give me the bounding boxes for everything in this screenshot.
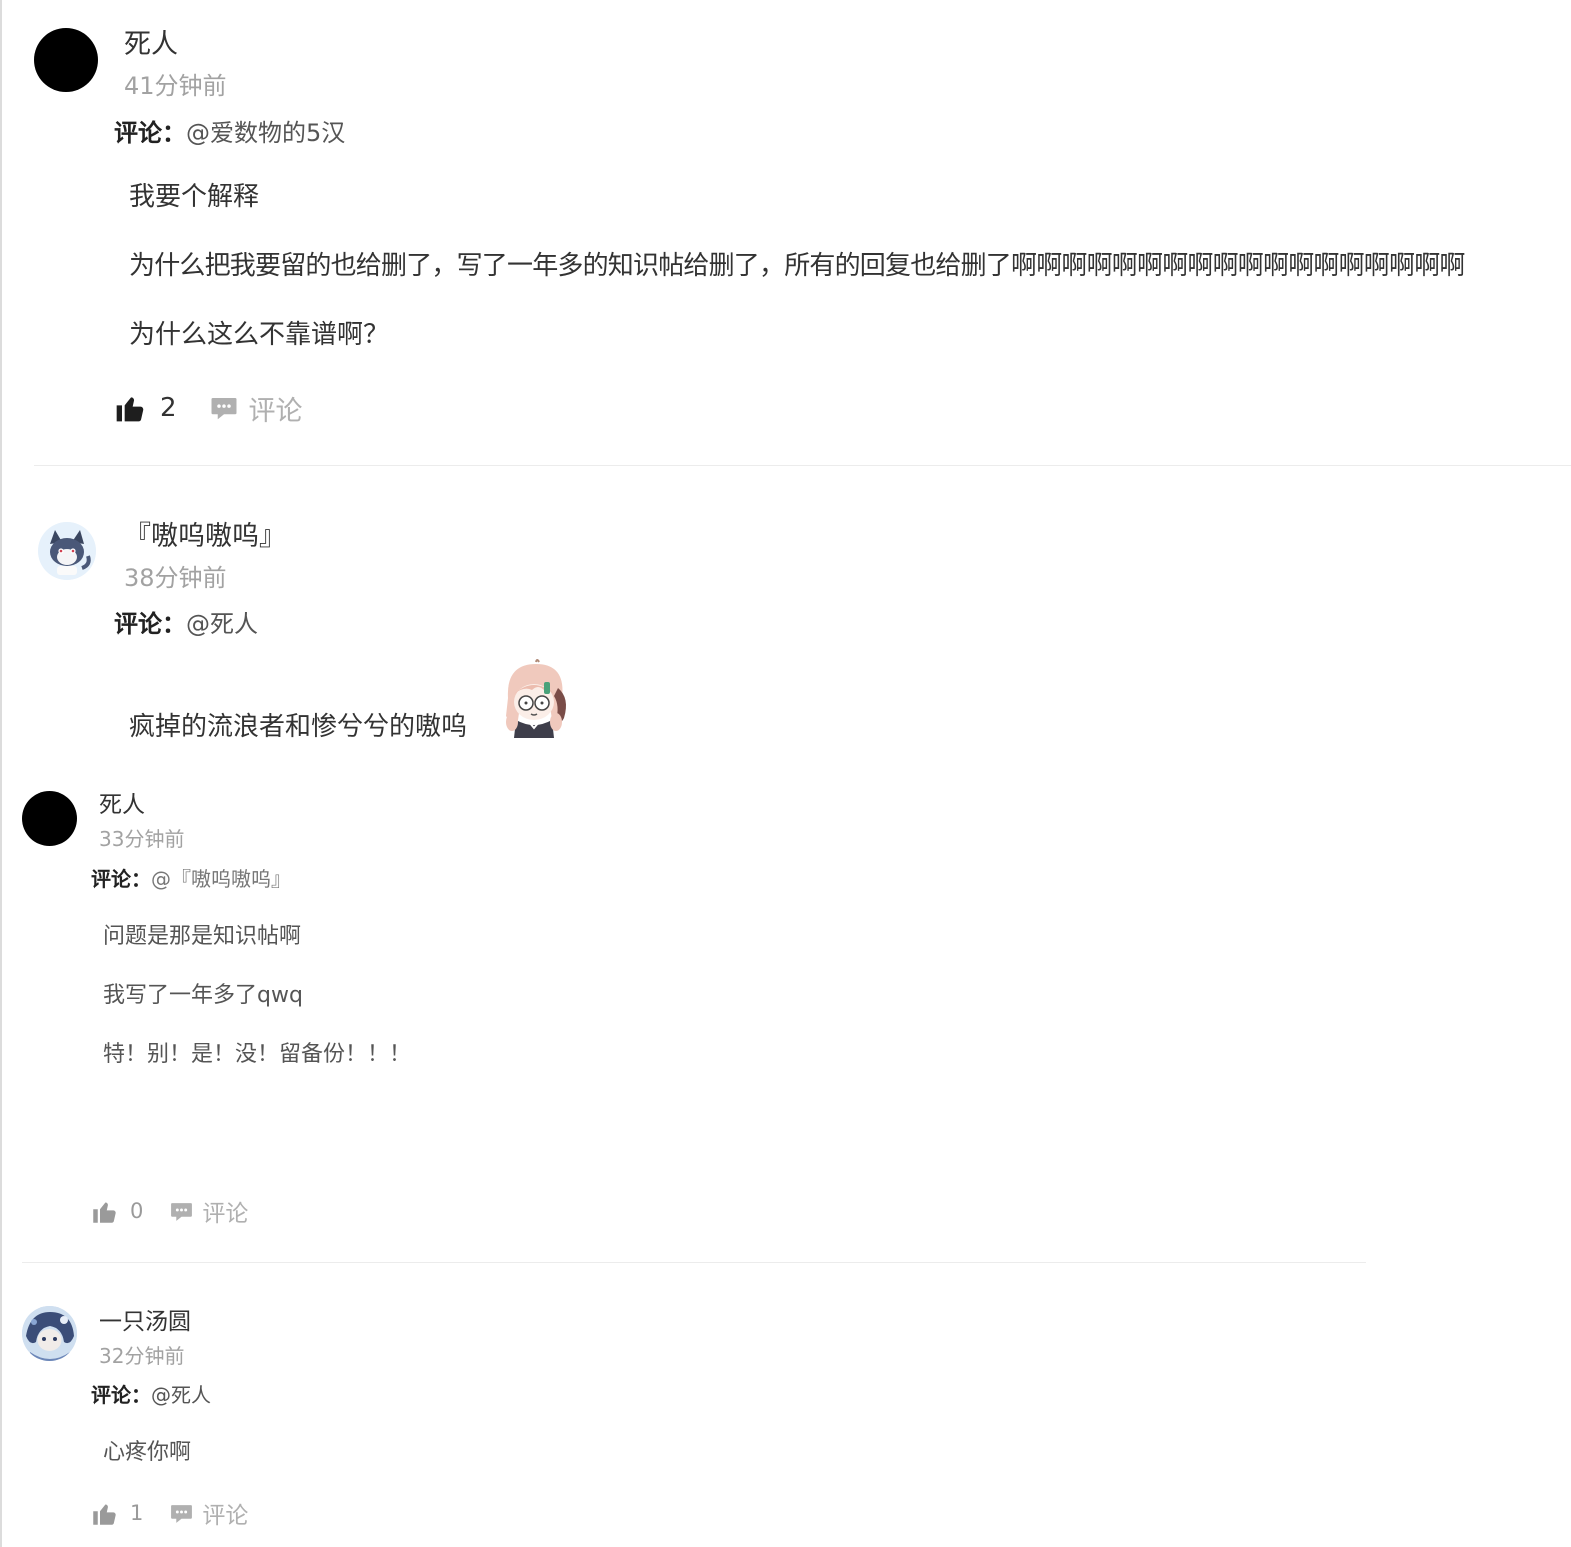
comment-bubble-icon[interactable] xyxy=(209,393,239,423)
timestamp: 38分钟前 xyxy=(124,564,227,592)
reply-mention[interactable]: @死人 xyxy=(151,1383,211,1407)
reply-label: 评论： xyxy=(91,867,151,891)
comment-text-line: 疯掉的流浪者和惨兮兮的嗷呜 xyxy=(129,712,468,742)
reply-label: 评论： xyxy=(114,119,186,147)
comment-text-line: 心疼你啊 xyxy=(103,1440,192,1465)
comment-text-line: 特！别！是！没！留备份！！！ xyxy=(103,1042,412,1067)
like-count: 2 xyxy=(160,393,177,423)
avatar[interactable] xyxy=(22,1306,77,1361)
reply-mention[interactable]: @『嗷呜嗷呜』 xyxy=(151,867,291,891)
timestamp: 32分钟前 xyxy=(99,1344,185,1368)
comment-text-line: 为什么这么不靠谱啊？ xyxy=(129,320,390,350)
thumbs-up-icon[interactable] xyxy=(91,1198,118,1225)
comment-actions: 2 评论 xyxy=(114,389,303,428)
comment-button-label[interactable]: 评论 xyxy=(202,1496,248,1530)
comment-bubble-icon[interactable] xyxy=(169,1199,194,1224)
thumbs-up-icon[interactable] xyxy=(114,392,146,424)
comment-bubble-icon[interactable] xyxy=(169,1501,194,1526)
username[interactable]: 『嗷呜嗷呜』 xyxy=(124,514,286,553)
comment-divider xyxy=(34,465,1571,466)
comment-text-line: 我要个解释 xyxy=(129,182,260,212)
reply-target: 评论：@爱数物的5汉 xyxy=(114,113,345,148)
comment-button-label[interactable]: 评论 xyxy=(249,389,303,428)
username[interactable]: 死人 xyxy=(124,22,178,61)
anime-girl-sticker-icon xyxy=(498,658,570,740)
comment-text-line: 我写了一年多了qwq xyxy=(103,983,303,1008)
comment-divider xyxy=(22,1262,1366,1263)
like-count: 0 xyxy=(130,1199,144,1223)
comment-button-label[interactable]: 评论 xyxy=(202,1194,248,1228)
reply-mention[interactable]: @死人 xyxy=(186,610,258,638)
reply-target: 评论：@死人 xyxy=(91,1379,211,1408)
reply-label: 评论： xyxy=(114,610,186,638)
reply-label: 评论： xyxy=(91,1383,151,1407)
avatar[interactable] xyxy=(38,522,96,580)
avatar[interactable] xyxy=(22,791,77,846)
comment-text-line: 为什么把我要留的也给删了，写了一年多的知识帖给删了，所有的回复也给删了啊啊啊啊啊… xyxy=(129,251,1465,281)
timestamp: 41分钟前 xyxy=(124,72,227,100)
comment-actions: 0 评论 xyxy=(91,1194,248,1228)
reply-target: 评论：@『嗷呜嗷呜』 xyxy=(91,863,291,892)
like-count: 1 xyxy=(130,1501,144,1525)
reply-target: 评论：@死人 xyxy=(114,604,258,639)
reply-mention[interactable]: @爱数物的5汉 xyxy=(186,119,345,147)
comment-text-line: 问题是那是知识帖啊 xyxy=(103,924,302,949)
username[interactable]: 一只汤圆 xyxy=(99,1302,191,1336)
timestamp: 33分钟前 xyxy=(99,827,185,851)
thumbs-up-icon[interactable] xyxy=(91,1500,118,1527)
avatar[interactable] xyxy=(34,28,98,92)
username[interactable]: 死人 xyxy=(99,785,145,819)
comment-actions: 1 评论 xyxy=(91,1496,248,1530)
page-left-border xyxy=(0,0,2,1547)
